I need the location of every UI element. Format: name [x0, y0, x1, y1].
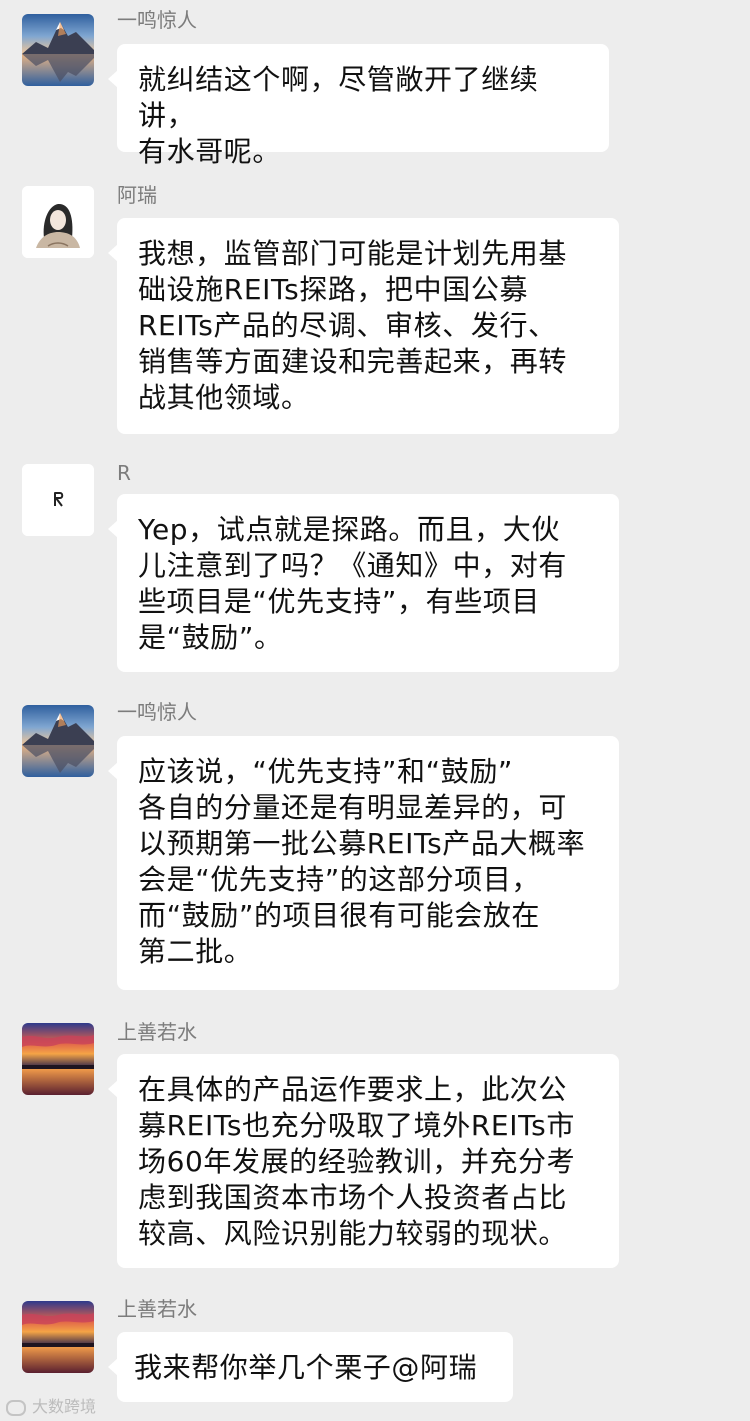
sender-name: R — [117, 461, 131, 485]
watermark-logo-icon — [6, 1399, 26, 1416]
message-bubble[interactable]: 我想，监管部门可能是计划先用基 础设施REITs探路，把中国公募 REITs产品… — [108, 218, 619, 434]
mountain-lake-avatar-icon[interactable] — [22, 705, 94, 777]
watermark: 大数跨境 — [6, 1397, 96, 1417]
watermark-text: 大数跨境 — [32, 1397, 97, 1416]
sunset-lake-avatar-icon[interactable] — [22, 1023, 94, 1095]
message-bubble[interactable]: 应该说，“优先支持”和“鼓励” 各自的分量还是有明显差异的，可 以预期第一批公募… — [108, 736, 619, 990]
message-bubble[interactable]: 我来帮你举几个栗子@阿瑞 — [108, 1332, 513, 1402]
message-bubble[interactable]: Yep，试点就是探路。而且，大伙 儿注意到了吗？《通知》中，对有 些项目是“优先… — [108, 494, 619, 672]
mountain-lake-avatar-icon[interactable] — [22, 14, 94, 86]
sender-name: 上善若水 — [117, 1297, 197, 1321]
girl-sketch-avatar-icon[interactable] — [22, 186, 94, 258]
sender-name: 上善若水 — [117, 1020, 197, 1044]
message-bubble[interactable]: 在具体的产品运作要求上，此次公 募REITs也充分吸取了境外REITs市 场60… — [108, 1054, 619, 1268]
sunset-lake-avatar-icon[interactable] — [22, 1301, 94, 1373]
sender-name: 一鸣惊人 — [117, 8, 197, 32]
letter-r-avatar-icon[interactable] — [22, 464, 94, 536]
sender-name: 一鸣惊人 — [117, 700, 197, 724]
message-bubble[interactable]: 就纠结这个啊，尽管敞开了继续讲， 有水哥呢。 — [108, 44, 609, 168]
sender-name: 阿瑞 — [117, 183, 157, 207]
